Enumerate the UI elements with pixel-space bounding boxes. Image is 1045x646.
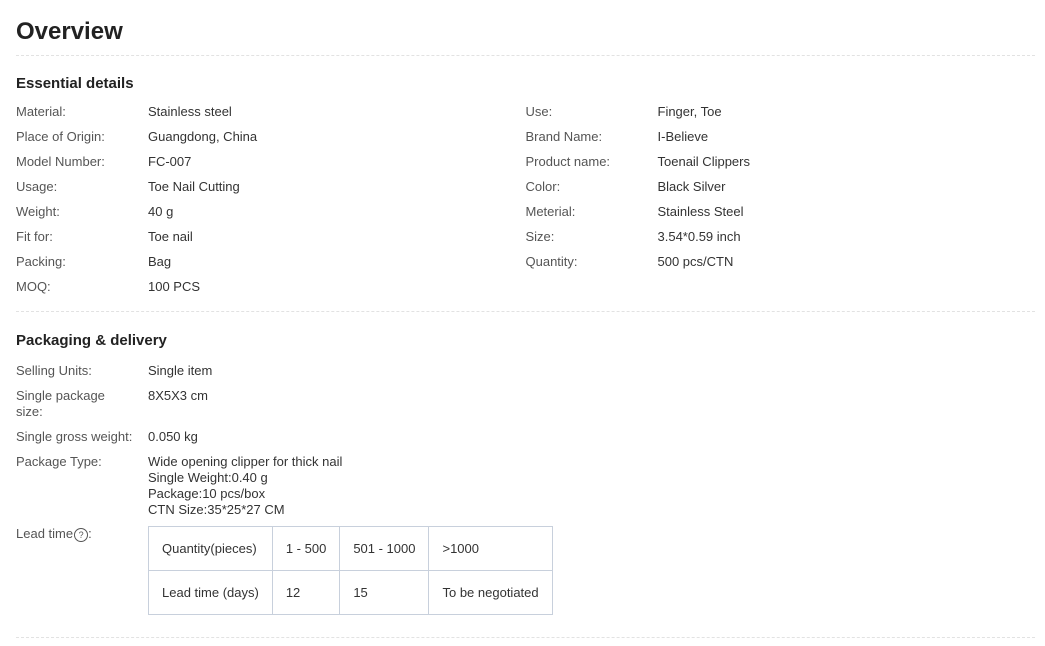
detail-value: Finger, Toe bbox=[657, 104, 722, 119]
detail-label: Weight: bbox=[16, 204, 60, 219]
detail-row-material: Material: Stainless steel bbox=[16, 104, 526, 120]
detail-value: Single item bbox=[148, 363, 213, 378]
detail-row-brand: Brand Name: I-Believe bbox=[526, 129, 1036, 145]
label-line: size: bbox=[16, 404, 43, 419]
detail-label: Fit for: bbox=[16, 229, 53, 244]
table-cell: 12 bbox=[271, 570, 341, 615]
detail-value: Toe nail bbox=[148, 229, 193, 244]
table-cell: >1000 bbox=[428, 526, 553, 571]
detail-label: MOQ: bbox=[16, 279, 51, 294]
detail-row-weight: Weight: 40 g bbox=[16, 204, 526, 220]
table-cell: 1 - 500 bbox=[271, 526, 341, 571]
detail-label: Single gross weight: bbox=[16, 429, 133, 444]
essential-details-grid: Material: Stainless steel Place of Origin… bbox=[16, 104, 1035, 311]
packaging-details: Selling Units: Single item Single packag… bbox=[16, 363, 1035, 637]
essential-details-section: Essential details Material: Stainless ste… bbox=[16, 76, 1035, 312]
package-type-line: Wide opening clipper for thick nail bbox=[148, 454, 343, 469]
detail-row-origin: Place of Origin: Guangdong, China bbox=[16, 129, 526, 145]
detail-label: Place of Origin: bbox=[16, 129, 105, 144]
table-cell: To be negotiated bbox=[428, 570, 553, 615]
detail-label: Size: bbox=[525, 229, 555, 244]
detail-label: Product name: bbox=[525, 154, 611, 169]
detail-label: Color: bbox=[525, 179, 561, 194]
table-cell: 15 bbox=[339, 570, 430, 615]
detail-row-packing: Packing: Bag bbox=[16, 254, 526, 270]
detail-label: Usage: bbox=[16, 179, 58, 194]
detail-value: 40 g bbox=[148, 204, 174, 219]
detail-label: Meterial: bbox=[525, 204, 576, 219]
table-cell: 501 - 1000 bbox=[339, 526, 430, 571]
detail-value: 3.54*0.59 inch bbox=[657, 229, 741, 244]
detail-value: Stainless steel bbox=[148, 104, 232, 119]
detail-label: Package Type: bbox=[16, 454, 102, 469]
detail-label: Selling Units: bbox=[16, 363, 92, 378]
detail-row-meterial: Meterial: Stainless Steel bbox=[526, 204, 1036, 220]
detail-value: I-Believe bbox=[657, 129, 709, 144]
detail-row-model: Model Number: FC-007 bbox=[16, 154, 526, 170]
detail-row-usage: Usage: Toe Nail Cutting bbox=[16, 179, 526, 195]
page-title: Overview bbox=[16, 0, 1035, 56]
detail-row-product-name: Product name: Toenail Clippers bbox=[526, 154, 1036, 170]
lead-time-label-text: Lead time bbox=[16, 526, 74, 541]
detail-value: Black Silver bbox=[657, 179, 726, 194]
detail-row-use: Use: Finger, Toe bbox=[526, 104, 1036, 120]
selling-units-row: Selling Units: Single item bbox=[16, 363, 1035, 379]
detail-row-color: Color: Black Silver bbox=[526, 179, 1036, 195]
question-circle-icon[interactable]: ? bbox=[74, 527, 89, 542]
essential-details-heading: Essential details bbox=[16, 75, 134, 92]
detail-label: Quantity: bbox=[525, 254, 578, 269]
details-left-column: Material: Stainless steel Place of Origin… bbox=[16, 104, 526, 295]
detail-row-size: Size: 3.54*0.59 inch bbox=[526, 229, 1036, 245]
lead-time-table: Quantity(pieces) 1 - 500 501 - 1000 >100… bbox=[148, 526, 553, 615]
detail-value: FC-007 bbox=[148, 154, 192, 169]
detail-value: 0.050 kg bbox=[148, 429, 198, 444]
package-type-line: Package:10 pcs/box bbox=[148, 486, 266, 501]
detail-row-moq: MOQ: 100 PCS bbox=[16, 279, 526, 295]
table-cell: Lead time (days) bbox=[148, 570, 273, 615]
detail-row-quantity: Quantity: 500 pcs/CTN bbox=[526, 254, 1036, 270]
detail-row-fit: Fit for: Toe nail bbox=[16, 229, 526, 245]
label-line: Single package bbox=[16, 388, 105, 403]
lead-time-label: Lead time?: bbox=[16, 526, 148, 615]
detail-label: Packing: bbox=[16, 254, 66, 269]
package-type-line: CTN Size:35*25*27 CM bbox=[148, 502, 285, 517]
packaging-delivery-section: Packaging & delivery Selling Units: Sing… bbox=[16, 333, 1035, 638]
product-overview: Overview Essential details Material: Stai… bbox=[0, 0, 1045, 638]
detail-value: Toe Nail Cutting bbox=[148, 179, 240, 194]
detail-value: 100 PCS bbox=[148, 279, 201, 294]
detail-value: Stainless Steel bbox=[657, 204, 744, 219]
detail-value: 500 pcs/CTN bbox=[657, 254, 734, 269]
table-row: Quantity(pieces) 1 - 500 501 - 1000 >100… bbox=[148, 526, 553, 571]
package-size-row: Single package size: 8X5X3 cm bbox=[16, 388, 1035, 420]
lead-time-row: Lead time?: Quantity(pieces) 1 - 500 501… bbox=[16, 526, 1035, 615]
packaging-delivery-heading: Packaging & delivery bbox=[16, 332, 167, 349]
detail-value: 8X5X3 cm bbox=[148, 388, 208, 403]
detail-value: Toenail Clippers bbox=[657, 154, 751, 169]
detail-value: Bag bbox=[148, 254, 172, 269]
lead-time-label-colon: : bbox=[88, 526, 92, 541]
detail-label: Use: bbox=[525, 104, 553, 119]
details-right-column: Use: Finger, Toe Brand Name: I-Believe Pro… bbox=[526, 104, 1036, 295]
gross-weight-row: Single gross weight: 0.050 kg bbox=[16, 429, 1035, 445]
detail-value: Wide opening clipper for thick nail Sing… bbox=[148, 454, 342, 518]
detail-label: Brand Name: bbox=[525, 129, 603, 144]
detail-label: Material: bbox=[16, 104, 66, 119]
detail-label: Model Number: bbox=[16, 154, 105, 169]
table-row: Lead time (days) 12 15 To be negotiated bbox=[148, 570, 553, 615]
package-type-line: Single Weight:0.40 g bbox=[148, 470, 268, 485]
package-type-row: Package Type: Wide opening clipper for t… bbox=[16, 454, 1035, 518]
detail-label: Single package size: bbox=[16, 388, 148, 420]
table-cell: Quantity(pieces) bbox=[148, 526, 273, 571]
detail-value: Guangdong, China bbox=[148, 129, 258, 144]
